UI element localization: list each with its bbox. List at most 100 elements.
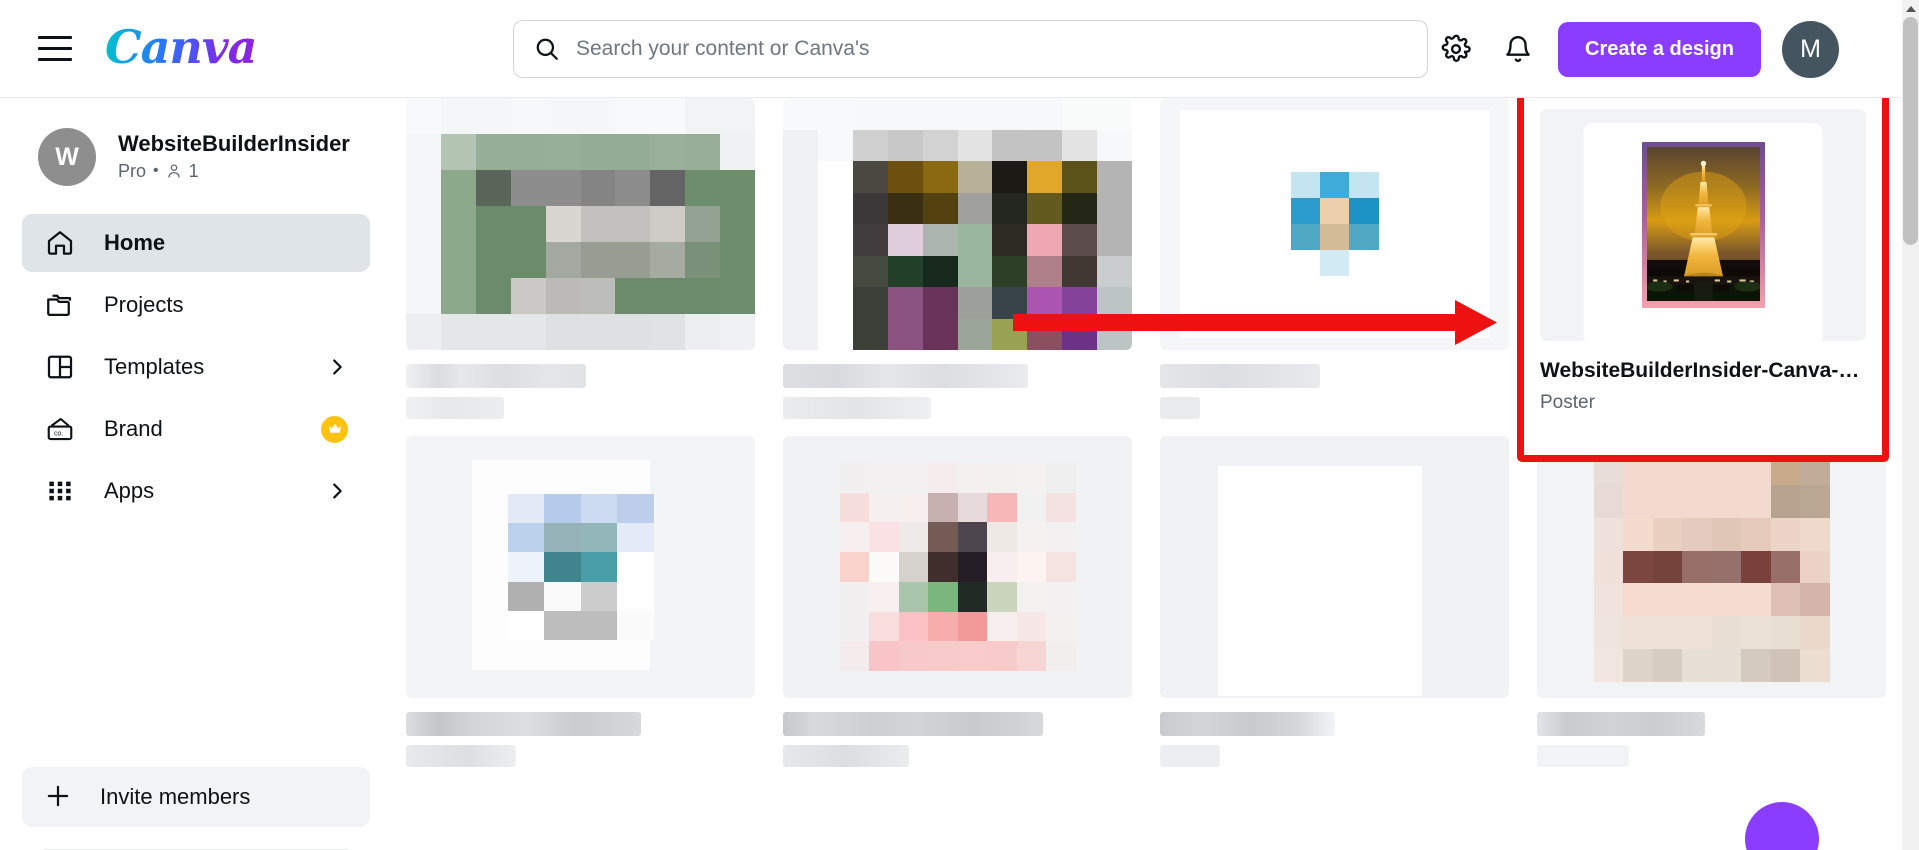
search-bar[interactable] (513, 20, 1428, 78)
blurred-subtitle (406, 397, 504, 419)
design-card[interactable] (769, 98, 1146, 419)
sidebar-item-projects[interactable]: Projects (22, 276, 370, 334)
svg-text:co.: co. (54, 431, 63, 438)
notifications-button[interactable] (1497, 28, 1539, 70)
sidebar-item-label: Apps (104, 478, 155, 503)
sidebar-item-label: Projects (104, 292, 184, 317)
design-card-highlighted[interactable]: WebsiteBuilderInsider-Canva-… Poster (1517, 98, 1900, 462)
highlight-red-border: WebsiteBuilderInsider-Canva-… Poster (1517, 98, 1889, 462)
design-subtitle: Poster (1540, 392, 1595, 413)
invite-members-label: Invite members (100, 784, 251, 809)
settings-button[interactable] (1435, 28, 1477, 70)
highlighted-card-inner[interactable]: WebsiteBuilderInsider-Canva-… Poster (1524, 98, 1882, 414)
invite-section: Invite members (0, 767, 392, 850)
blurred-subtitle (783, 397, 931, 419)
blurred-design-lightblue (406, 436, 755, 698)
top-header: Canva Create a design M (0, 0, 1919, 98)
hamburger-bar (38, 35, 72, 39)
blurred-design-white (1160, 436, 1509, 698)
folder-icon (44, 289, 76, 321)
canva-homepage: Canva Create a design M W (0, 0, 1919, 850)
sidebar: W WebsiteBuilderInsider Pro • 1 Home Pro… (0, 98, 392, 850)
blurred-subtitle (1160, 745, 1220, 767)
design-card[interactable] (1146, 419, 1523, 767)
blurred-title (783, 712, 1043, 736)
sidebar-item-brand[interactable]: co. Brand (22, 400, 370, 458)
team-separator: • (153, 162, 159, 180)
blurred-design-multicolor (783, 98, 1132, 350)
designs-area: WebsiteBuilderInsider-Canva-… Poster (392, 98, 1907, 850)
gear-icon (1441, 34, 1471, 62)
eiffel-tower-photo (1646, 147, 1760, 301)
team-meta: WebsiteBuilderInsider Pro • 1 (118, 132, 350, 181)
design-card-meta (1537, 712, 1886, 767)
person-icon (167, 164, 180, 178)
blurred-title (1160, 712, 1335, 736)
blurred-design-peach (1537, 436, 1886, 698)
chevron-right-icon[interactable] (326, 480, 348, 502)
pro-crown-badge (321, 415, 348, 443)
sidebar-item-templates[interactable]: Templates (22, 338, 370, 396)
design-title: WebsiteBuilderInsider-Canva-… (1540, 359, 1860, 382)
design-card-meta (783, 712, 1132, 767)
plus-icon (44, 782, 72, 813)
design-card-meta (1160, 712, 1509, 767)
hamburger-icon[interactable] (38, 32, 74, 64)
grid-dots-icon (44, 475, 76, 507)
blurred-subtitle (783, 745, 909, 767)
blurred-subtitle (1537, 745, 1629, 767)
layout-icon (44, 351, 76, 383)
team-avatar: W (38, 128, 96, 186)
sidebar-nav: Home Projects Templates co. Brand Apps (0, 214, 392, 520)
blurred-design-green (406, 98, 755, 350)
search-icon (536, 38, 558, 60)
design-card[interactable] (1146, 98, 1523, 419)
team-header[interactable]: W WebsiteBuilderInsider Pro • 1 (0, 98, 392, 186)
team-name: WebsiteBuilderInsider (118, 131, 350, 157)
chevron-right-icon[interactable] (326, 356, 348, 378)
user-avatar[interactable]: M (1782, 21, 1839, 78)
blurred-title (406, 364, 586, 388)
scroll-up-arrow-icon[interactable] (1902, 0, 1919, 17)
design-card[interactable] (769, 419, 1146, 767)
sidebar-item-label: Brand (104, 416, 163, 441)
design-card[interactable] (1523, 419, 1900, 767)
poster-gradient-frame (1641, 142, 1765, 308)
canva-logo[interactable]: Canva (105, 20, 257, 74)
blurred-subtitle (406, 745, 516, 767)
design-card-meta (783, 364, 1132, 419)
scrollbar-thumb[interactable] (1903, 17, 1918, 245)
hamburger-bar (38, 46, 72, 50)
designs-grid: WebsiteBuilderInsider-Canva-… Poster (392, 98, 1907, 767)
design-card-meta (1160, 364, 1509, 419)
hamburger-bar (38, 57, 72, 61)
design-card[interactable] (392, 419, 769, 767)
design-card[interactable] (392, 98, 769, 419)
blurred-title (406, 712, 641, 736)
blurred-design-pink (783, 436, 1132, 698)
invite-members-button[interactable]: Invite members (22, 767, 370, 827)
blurred-title (1537, 712, 1705, 736)
design-card-meta (406, 364, 755, 419)
team-member-count: 1 (188, 160, 199, 181)
team-subtitle: Pro • 1 (118, 161, 350, 182)
blurred-title (783, 364, 1028, 388)
blurred-title (1160, 364, 1320, 388)
sidebar-item-label: Home (104, 230, 166, 255)
home-icon (44, 227, 76, 259)
eiffel-tower-poster-thumb (1540, 109, 1866, 341)
floating-action-button[interactable] (1745, 802, 1819, 850)
team-plan: Pro (118, 160, 147, 181)
bell-icon (1506, 36, 1530, 62)
sidebar-item-label: Templates (104, 354, 205, 379)
design-card-meta (406, 712, 755, 767)
sidebar-item-home[interactable]: Home (22, 214, 370, 272)
crown-icon (321, 415, 348, 443)
brand-kit-icon: co. (44, 413, 76, 445)
create-design-button[interactable]: Create a design (1558, 22, 1761, 77)
sidebar-item-apps[interactable]: Apps (22, 462, 370, 520)
search-input[interactable] (576, 37, 1407, 61)
blurred-design-blue (1160, 98, 1509, 350)
blurred-subtitle (1160, 397, 1200, 419)
page-scrollbar[interactable] (1902, 0, 1919, 850)
